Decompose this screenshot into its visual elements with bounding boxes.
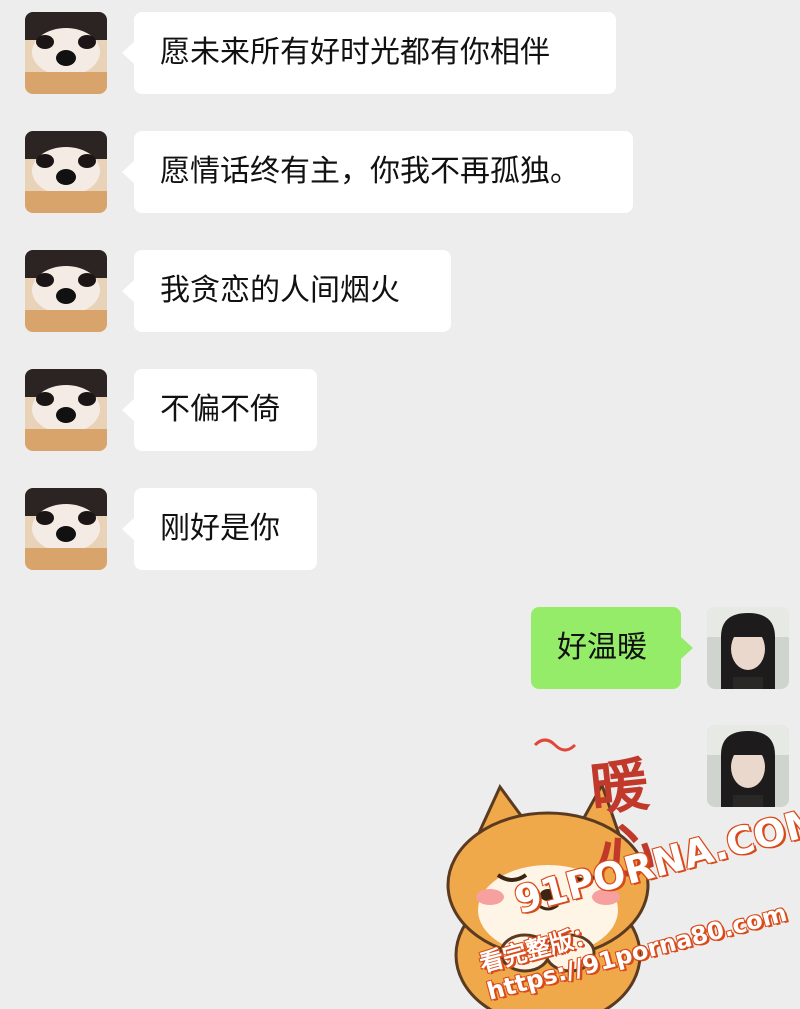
self-avatar[interactable] [707,607,789,689]
contact-avatar[interactable] [25,250,107,332]
message-text: 好温暖 [557,630,647,665]
message-text: 愿未来所有好时光都有你相伴 [160,35,550,70]
message-bubble[interactable]: 好温暖 [531,607,693,689]
message-text: 刚好是你 [160,511,280,546]
contact-avatar[interactable] [25,131,107,213]
message-bubble[interactable]: 刚好是你 [122,488,317,570]
dog-avatar-icon [25,131,107,213]
message-bubble[interactable]: 我贪恋的人间烟火 [122,250,451,332]
message-bubble[interactable]: 愿未来所有好时光都有你相伴 [122,12,616,94]
contact-avatar[interactable] [25,12,107,94]
contact-avatar[interactable] [25,488,107,570]
message-bubble[interactable]: 不偏不倚 [122,369,317,451]
dog-avatar-icon [25,250,107,332]
girl-avatar-icon [707,607,789,689]
message-text: 不偏不倚 [160,392,280,427]
contact-avatar[interactable] [25,369,107,451]
dog-avatar-icon [25,12,107,94]
dog-avatar-icon [25,369,107,451]
self-avatar[interactable] [707,725,789,807]
message-text: 愿情话终有主，你我不再孤独。 [160,154,580,189]
message-bubble[interactable]: 愿情话终有主，你我不再孤独。 [122,131,633,213]
girl-avatar-icon [707,725,789,807]
message-text: 我贪恋的人间烟火 [160,273,400,308]
dog-avatar-icon [25,488,107,570]
